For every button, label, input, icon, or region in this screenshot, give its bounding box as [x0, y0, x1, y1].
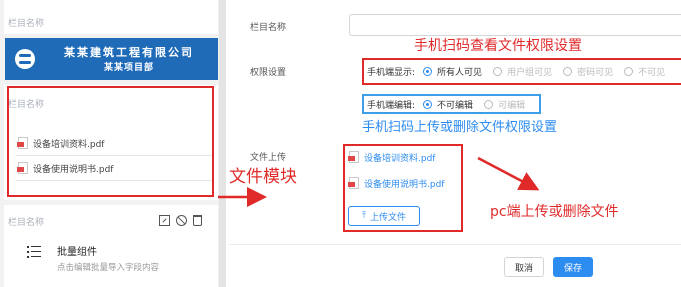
annotation-arrows: [218, 156, 540, 207]
pc-upload-arrow: [477, 156, 540, 191]
page: 栏目名称 某某建筑工程有限公司 某某项目部 栏目名称 设备培训资料.pdf 设备…: [0, 0, 681, 287]
